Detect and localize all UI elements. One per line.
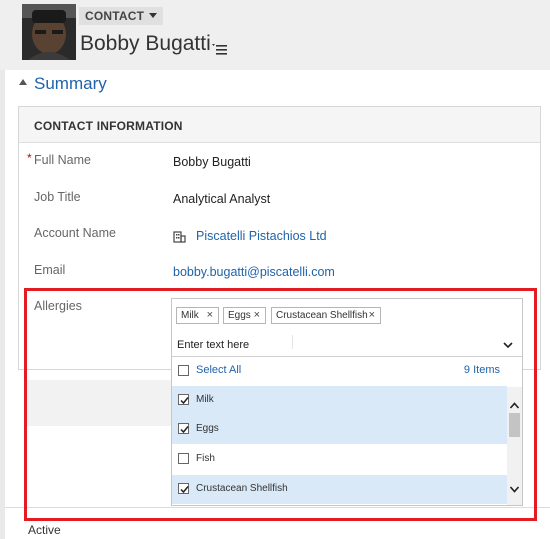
summary-tab-title[interactable]: Summary	[34, 74, 107, 94]
tag-label: Crustacean Shellfish	[276, 310, 368, 321]
tag-milk: Milk ×	[176, 307, 219, 324]
tag-eggs: Eggs ×	[223, 307, 266, 324]
email-link[interactable]: bobby.bugatti@piscatelli.com	[173, 265, 335, 279]
allergies-label: Allergies	[34, 299, 82, 313]
option-checkbox[interactable]	[178, 394, 189, 405]
chevron-down-icon[interactable]	[502, 337, 514, 349]
section-title: CONTACT INFORMATION	[34, 119, 183, 133]
full-name-field[interactable]: Bobby Bugatti	[173, 155, 251, 169]
tag-label: Milk	[181, 310, 199, 321]
entity-type-label: CONTACT	[85, 9, 145, 23]
items-count: 9 Items	[463, 364, 500, 376]
option-eggs[interactable]: Eggs	[172, 415, 507, 444]
section-background	[24, 380, 172, 426]
option-checkbox[interactable]	[178, 483, 189, 494]
allergies-multiselect[interactable]: Milk × Eggs × Crustacean Shellfish × Ent…	[171, 298, 523, 506]
chevron-up-icon[interactable]	[509, 397, 520, 409]
allergies-text-input[interactable]: Enter text here	[177, 339, 249, 351]
option-milk[interactable]: Milk	[172, 386, 507, 415]
account-icon	[173, 230, 186, 243]
email-label: Email	[34, 263, 66, 277]
select-all-label: Select All	[196, 364, 242, 376]
select-all-checkbox[interactable]	[178, 365, 189, 376]
record-header: CONTACT Bobby Bugatti	[0, 0, 550, 70]
option-label: Crustacean Shellfish	[196, 483, 288, 494]
collapse-triangle-icon[interactable]	[19, 79, 27, 85]
tag-label: Eggs	[228, 310, 251, 321]
account-name-link[interactable]: Piscatelli Pistachios Ltd	[196, 229, 327, 243]
scrollbar-thumb[interactable]	[509, 413, 520, 437]
option-label: Fish	[196, 453, 215, 464]
remove-tag-icon[interactable]: ×	[207, 308, 213, 323]
option-label: Eggs	[196, 423, 219, 434]
job-title-label: Job Title	[34, 190, 81, 204]
full-name-label: Full Name	[34, 153, 91, 167]
allergies-dropdown-list: Select All 9 Items Milk Eggs Fish Crusta…	[172, 356, 522, 506]
select-all-row[interactable]: Select All 9 Items	[172, 357, 522, 386]
status-label: Active	[28, 523, 61, 537]
chevron-down-icon	[149, 13, 158, 18]
divider	[5, 507, 550, 508]
text-cursor	[292, 335, 293, 349]
remove-tag-icon[interactable]: ×	[369, 308, 375, 323]
section-header: CONTACT INFORMATION	[19, 107, 540, 143]
option-fish[interactable]: Fish	[172, 445, 507, 474]
option-crustacean-shellfish[interactable]: Crustacean Shellfish	[172, 475, 507, 504]
dropdown-scrollbar[interactable]	[507, 387, 522, 505]
record-menu-icon[interactable]	[212, 42, 228, 55]
job-title-field[interactable]: Analytical Analyst	[173, 192, 270, 206]
required-marker: *	[27, 151, 32, 165]
record-title: Bobby Bugatti	[80, 32, 211, 55]
entity-type-selector[interactable]: CONTACT	[79, 7, 164, 25]
contact-avatar[interactable]	[22, 4, 76, 60]
option-checkbox[interactable]	[178, 453, 189, 464]
remove-tag-icon[interactable]: ×	[254, 308, 260, 323]
account-name-label: Account Name	[34, 226, 116, 240]
tag-crustacean-shellfish: Crustacean Shellfish ×	[271, 307, 381, 324]
option-checkbox[interactable]	[178, 423, 189, 434]
option-label: Milk	[196, 394, 214, 405]
chevron-down-icon[interactable]	[509, 481, 520, 493]
